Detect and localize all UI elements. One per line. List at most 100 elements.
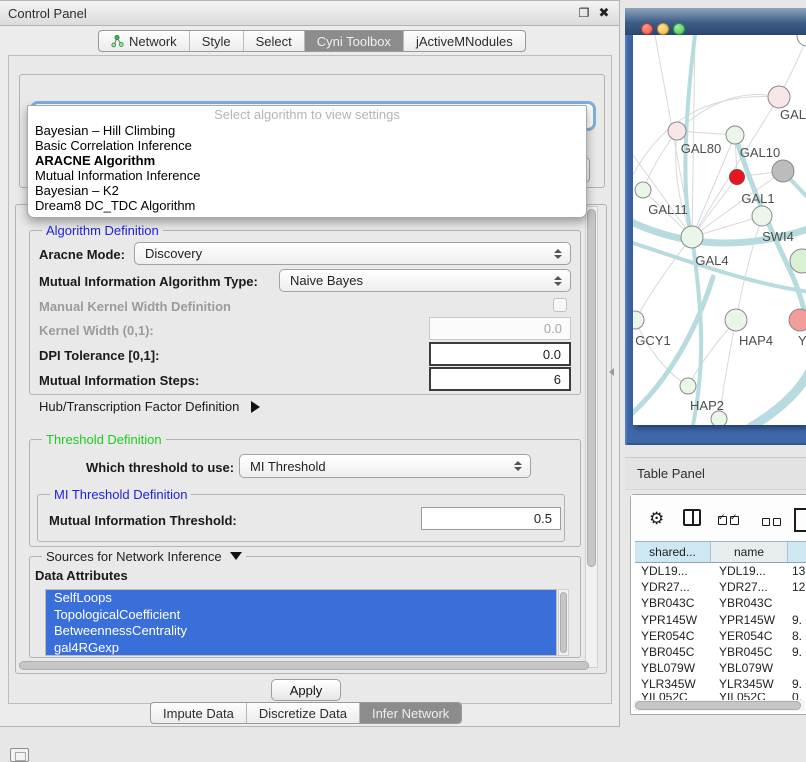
table-row[interactable]: YER054CYER054C8. xyxy=(635,628,806,644)
hub-definition-expander[interactable]: Hub/Transcription Factor Definition xyxy=(39,399,260,414)
node-partial-bottom[interactable] xyxy=(711,411,727,425)
control-panel-title: Control Panel xyxy=(8,6,87,21)
node-gal10[interactable] xyxy=(726,126,744,144)
apply-button[interactable]: Apply xyxy=(271,679,341,701)
list-item[interactable]: BetweennessCentrality xyxy=(46,623,556,640)
splitter-handle[interactable] xyxy=(609,368,614,376)
tab-network-label: Network xyxy=(129,34,177,49)
list-item[interactable]: gal4RGexp xyxy=(46,640,556,657)
node-y-partial[interactable] xyxy=(789,309,806,331)
node-hap4[interactable] xyxy=(725,309,747,331)
settings-vertical-scrollbar[interactable] xyxy=(585,206,598,668)
node-gray[interactable] xyxy=(772,160,794,182)
node-label: GAL xyxy=(780,107,806,122)
manual-kernel-checkbox[interactable] xyxy=(553,298,567,312)
which-threshold-label: Which threshold to use: xyxy=(86,460,234,475)
node-label: SWI4 xyxy=(762,229,794,244)
dropdown-item[interactable]: Mutual Information Inference xyxy=(28,168,586,183)
tab-select[interactable]: Select xyxy=(244,31,305,51)
node-gal-partial[interactable] xyxy=(768,86,790,108)
node-selected-red[interactable] xyxy=(730,170,745,185)
minimize-traffic-icon[interactable] xyxy=(657,23,669,35)
dropdown-item[interactable]: Basic Correlation Inference xyxy=(28,138,586,153)
node-hap2[interactable] xyxy=(680,378,696,394)
table-row[interactable]: YDR27...YDR27...12 xyxy=(635,579,806,595)
column-header[interactable]: shared... xyxy=(635,542,711,562)
mi-threshold-field[interactable]: 0.5 xyxy=(421,507,561,530)
kernel-width-field[interactable]: 0.0 xyxy=(429,317,571,340)
sources-title[interactable]: Sources for Network Inference xyxy=(42,549,246,564)
close-icon[interactable]: ✖ xyxy=(597,6,611,20)
column-header[interactable]: name xyxy=(711,542,788,562)
table-panel-title: Table Panel xyxy=(637,466,705,481)
table-panel-header: Table Panel xyxy=(625,457,806,490)
mi-threshold-label: Mutual Information Threshold: xyxy=(49,513,237,528)
node-label: Y xyxy=(798,333,806,348)
bottom-tabstrip: Impute Data Discretize Data Infer Networ… xyxy=(150,702,462,724)
tab-network[interactable]: Network xyxy=(99,31,190,51)
dropdown-item[interactable]: Dream8 DC_TDC Algorithm xyxy=(28,198,586,213)
settings-horizontal-scrollbar[interactable] xyxy=(17,660,599,671)
column-header[interactable] xyxy=(788,542,806,562)
node-gal80[interactable] xyxy=(668,122,686,140)
tab-infer-network[interactable]: Infer Network xyxy=(360,703,461,723)
attr-list-scrollbar[interactable] xyxy=(558,589,569,656)
collapse-down-icon xyxy=(230,552,242,560)
aracne-mode-combobox[interactable]: Discovery xyxy=(134,242,571,265)
dpi-tolerance-label: DPI Tolerance [0,1]: xyxy=(39,348,159,363)
tab-cyni-toolbox[interactable]: Cyni Toolbox xyxy=(305,31,404,51)
dropdown-item-selected[interactable]: ARACNE Algorithm xyxy=(28,153,586,168)
node-label: GAL1 xyxy=(741,191,774,206)
network-icon xyxy=(111,35,124,48)
which-threshold-combobox[interactable]: MI Threshold xyxy=(239,454,531,478)
node-gal11[interactable] xyxy=(635,182,651,198)
new-table-icon[interactable] xyxy=(794,508,806,532)
close-traffic-icon[interactable] xyxy=(641,23,653,35)
aracne-mode-value: Discovery xyxy=(145,246,202,261)
tab-style[interactable]: Style xyxy=(190,31,244,51)
list-item[interactable]: TopologicalCoefficient xyxy=(46,607,556,624)
tab-jactivemnodules[interactable]: jActiveMNodules xyxy=(404,31,525,51)
manual-kernel-label: Manual Kernel Width Definition xyxy=(39,299,231,314)
table-horizontal-scrollbar[interactable] xyxy=(633,700,805,711)
table-row[interactable]: YDL19...YDL19...13 xyxy=(635,563,806,579)
node-label: GCY1 xyxy=(635,333,670,348)
table-row[interactable]: YLR345WYLR345W9. xyxy=(635,676,806,692)
gear-icon[interactable]: ⚙ xyxy=(649,509,664,529)
node-label: HAP4 xyxy=(739,333,773,348)
spinner-icon xyxy=(514,461,522,471)
table-row[interactable]: YPR145WYPR145W9. xyxy=(635,612,806,628)
node-table: shared... name YDL19...YDL19...13 YDR27.… xyxy=(635,541,806,701)
mi-type-combobox[interactable]: Naive Bayes xyxy=(279,269,571,292)
network-view-window: GAL GAL80 GAL10 GAL11 GAL1 SWI4 GAL4 GCY… xyxy=(625,8,806,445)
panel-toggle-button[interactable] xyxy=(10,748,29,762)
mi-threshold-definition-title: MI Threshold Definition xyxy=(50,487,191,502)
table-row[interactable]: YBR045CYBR045C9. xyxy=(635,644,806,660)
node-gal4[interactable] xyxy=(681,226,703,248)
node-label: GAL11 xyxy=(648,202,688,217)
list-item[interactable]: SelfLoops xyxy=(46,590,556,607)
dpi-tolerance-field[interactable]: 0.0 xyxy=(429,342,571,366)
deselect-all-icon[interactable] xyxy=(762,514,784,529)
node-gal1[interactable] xyxy=(752,206,772,226)
maximize-traffic-icon[interactable] xyxy=(673,23,685,35)
node-partial-top[interactable] xyxy=(797,35,806,46)
threshold-definition-title: Threshold Definition xyxy=(42,432,166,447)
table-row[interactable]: YBR043CYBR043C xyxy=(635,595,806,611)
float-window-icon[interactable]: ❐ xyxy=(577,6,591,20)
tab-impute-data[interactable]: Impute Data xyxy=(151,703,247,723)
split-columns-icon[interactable] xyxy=(683,509,701,526)
node-partial-right[interactable] xyxy=(790,249,806,273)
data-attributes-list: SelfLoops TopologicalCoefficient Between… xyxy=(45,589,557,656)
algorithm-dropdown-popup: Select algorithm to view settings Bayesi… xyxy=(27,105,587,218)
dropdown-item[interactable]: Bayesian – Hill Climbing xyxy=(28,123,586,138)
dropdown-item[interactable]: Bayesian – K2 xyxy=(28,183,586,198)
algorithm-definition-title: Algorithm Definition xyxy=(42,223,163,238)
kernel-width-label: Kernel Width (0,1): xyxy=(39,323,154,338)
table-row[interactable]: YBL079WYBL079W xyxy=(635,660,806,676)
mi-steps-field[interactable]: 6 xyxy=(429,367,571,391)
tab-discretize-data[interactable]: Discretize Data xyxy=(247,703,360,723)
network-canvas[interactable]: GAL GAL80 GAL10 GAL11 GAL1 SWI4 GAL4 GCY… xyxy=(633,35,806,425)
select-all-checks-icon[interactable] xyxy=(718,513,742,528)
node-gcy1[interactable] xyxy=(633,311,644,329)
